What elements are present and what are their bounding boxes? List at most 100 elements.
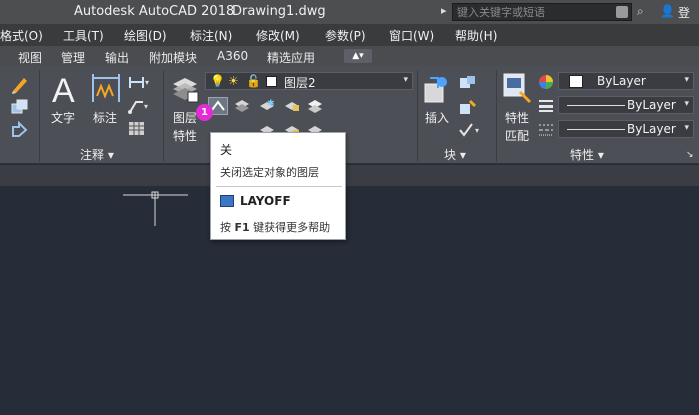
layer-properties-label-1[interactable]: 图层 [173, 109, 197, 126]
layer-lock-icon[interactable] [283, 97, 301, 115]
layer-properties-label-2[interactable]: 特性 [173, 127, 197, 144]
svg-text:▾: ▾ [475, 126, 479, 135]
sun-icon: ☀ [228, 74, 239, 88]
layer-dropdown[interactable]: 💡 ☀ 🔓 图层2 ▾ [205, 72, 413, 90]
sign-in-label[interactable]: 登 [678, 4, 690, 21]
ribbon-tooltip: 关 关闭选定对象的图层 LAYOFF 按 F1 键获得更多帮助 [210, 132, 346, 240]
color-combo-value: ByLayer [597, 74, 646, 88]
svg-text:▾: ▾ [144, 102, 148, 111]
properties-panel-title[interactable]: 特性 ▾ [570, 146, 604, 163]
layer-freeze-icon[interactable]: ✱ [258, 97, 276, 115]
menu-help[interactable]: 帮助(H) [455, 27, 497, 44]
text-button-label[interactable]: 文字 [51, 109, 75, 126]
block-panel-title[interactable]: 块 ▾ [444, 146, 466, 163]
search-input[interactable] [453, 4, 603, 20]
dimension-button-label[interactable]: 标注 [93, 109, 117, 126]
tab-a360[interactable]: A360 [217, 49, 248, 63]
linetype-sample [567, 129, 625, 130]
chevron-down-icon: ▾ [403, 75, 408, 85]
current-layer-name: 图层2 [284, 76, 316, 90]
user-icon[interactable]: 👤 [660, 4, 675, 18]
bulb-icon: 💡 [210, 74, 225, 88]
copy-objects-icon[interactable] [10, 98, 30, 116]
svg-text:▾: ▾ [145, 78, 149, 87]
help-key: F1 [234, 221, 250, 234]
linear-dim-icon[interactable]: ▾ [128, 74, 150, 90]
match-properties-icon[interactable] [502, 72, 532, 104]
annotation-panel-title[interactable]: 注释 ▾ [80, 146, 114, 163]
create-block-icon[interactable] [458, 74, 478, 92]
lineweight-combo[interactable]: ByLayer ▾ [558, 96, 694, 114]
leader-icon[interactable]: ▾ [128, 98, 150, 114]
insert-block-icon[interactable] [422, 74, 452, 106]
menu-parameters[interactable]: 参数(P) [325, 27, 366, 44]
layer-match-icon[interactable] [306, 97, 324, 115]
tooltip-description: 关闭选定对象的图层 [220, 166, 319, 179]
linetype-combo-value: ByLayer [627, 122, 676, 136]
menu-bar: 格式(O) 工具(T) 绘图(D) 标注(N) 修改(M) 参数(P) 窗口(W… [0, 24, 699, 46]
edit-block-icon[interactable] [458, 98, 478, 116]
help-prefix: 按 [220, 221, 235, 234]
title-bar: Autodesk AutoCAD 2018 Drawing1.dwg ▸ ⌕ 👤… [0, 0, 699, 24]
ribbon-minimize-button[interactable]: ▲▾ [344, 49, 372, 63]
tab-addins[interactable]: 附加模块 [149, 49, 197, 66]
tooltip-divider [216, 186, 342, 187]
layer-isolate-icon[interactable] [233, 97, 251, 115]
match-properties-label-2[interactable]: 匹配 [505, 127, 529, 144]
panel-separator [496, 70, 497, 162]
tooltip-title: 关 [220, 143, 233, 157]
tooltip-help-hint: 按 F1 键获得更多帮助 [220, 219, 330, 235]
menu-modify[interactable]: 修改(M) [256, 27, 300, 44]
layer-color-swatch [266, 76, 277, 87]
linetype-icon[interactable] [538, 122, 554, 138]
ribbon-tabs: 视图 管理 输出 附加模块 A360 精选应用 ▲▾ [0, 46, 699, 66]
search-box[interactable] [452, 3, 632, 21]
svg-text:A: A [52, 72, 75, 106]
text-icon[interactable]: A [50, 72, 78, 106]
dimension-icon[interactable] [89, 72, 123, 106]
menu-format[interactable]: 格式(O) [0, 27, 43, 44]
tab-manage[interactable]: 管理 [61, 49, 85, 66]
tab-view[interactable]: 视图 [18, 49, 42, 66]
crosshair-cursor [123, 191, 188, 226]
tooltip-command: LAYOFF [240, 194, 291, 208]
binoculars-icon[interactable]: ⌕ [637, 4, 644, 19]
color-swatch [569, 75, 583, 88]
panel-separator [417, 70, 418, 162]
insert-button-label[interactable]: 插入 [425, 109, 449, 126]
drawing-canvas[interactable] [0, 188, 699, 415]
panel-separator [163, 70, 164, 162]
stretch-icon[interactable] [10, 121, 30, 139]
svg-text:✱: ✱ [267, 99, 275, 109]
command-line-icon [220, 195, 234, 207]
tab-output[interactable]: 输出 [105, 49, 129, 66]
lineweight-icon[interactable] [538, 98, 554, 114]
color-combo[interactable]: ByLayer ▾ [558, 72, 694, 90]
document-title: Drawing1.dwg [232, 4, 326, 19]
menu-draw[interactable]: 绘图(D) [124, 27, 167, 44]
tab-featured-apps[interactable]: 精选应用 [267, 49, 315, 66]
linetype-combo[interactable]: ByLayer ▾ [558, 120, 694, 138]
unlock-icon: 🔓 [246, 74, 261, 88]
edit-attributes-icon[interactable]: ▾ [458, 121, 484, 139]
color-wheel-icon[interactable] [538, 74, 554, 90]
menu-window[interactable]: 窗口(W) [389, 27, 434, 44]
search-icon[interactable] [616, 6, 628, 18]
table-icon[interactable] [128, 121, 146, 137]
lineweight-sample [567, 105, 625, 106]
chevron-down-icon: ▾ [684, 99, 689, 109]
layer-properties-icon[interactable] [170, 74, 200, 104]
pencil-icon[interactable] [10, 74, 30, 94]
chevron-down-icon: ▾ [684, 75, 689, 85]
panel-separator [39, 70, 40, 162]
file-tab-strip [0, 165, 699, 187]
app-title: Autodesk AutoCAD 2018 [74, 4, 235, 19]
chevron-right-icon[interactable]: ▸ [441, 4, 447, 17]
lineweight-combo-value: ByLayer [627, 98, 676, 112]
ribbon: A 文字 标注 ▾ ▾ 注释 ▾ 图层 特性 💡 ☀ 🔓 图层2 ▾ ✱ 插入 … [0, 66, 699, 164]
match-properties-label-1[interactable]: 特性 [505, 109, 529, 126]
menu-tools[interactable]: 工具(T) [63, 27, 104, 44]
menu-dimension[interactable]: 标注(N) [190, 27, 232, 44]
help-suffix: 键获得更多帮助 [249, 221, 331, 234]
step-badge: 1 [196, 104, 213, 121]
